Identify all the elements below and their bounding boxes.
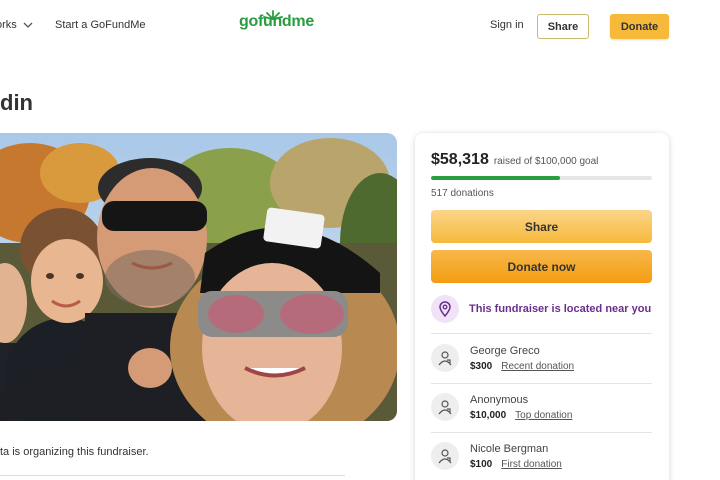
user-avatar-icon [431,393,459,421]
user-avatar-icon [431,344,459,372]
donor-info: Anonymous $10,000 Top donation [470,394,572,421]
raised-goal: raised of $100,000 goal [493,156,599,167]
share-button[interactable]: Share [431,210,652,243]
organizer-text: ta is organizing this fundraiser. [0,446,149,458]
campaign-photo-image [0,133,397,421]
progress-bar [431,176,652,180]
sign-in-link[interactable]: Sign in [490,19,524,31]
donor-detail: $100 First donation [470,459,562,470]
user-avatar-icon [431,442,459,470]
divider [431,333,652,334]
divider [431,383,652,384]
campaign-photo [0,133,397,421]
nav-start-fundraiser[interactable]: Start a GoFundMe [55,19,146,31]
location-notice[interactable]: This fundraiser is located near you [431,293,652,325]
content-divider [0,475,345,476]
divider [431,432,652,433]
donor-amount: $300 [470,360,493,372]
donor-item: Nicole Bergman $100 First donation [431,436,652,476]
donor-tag-link[interactable]: Top donation [515,410,572,421]
donation-count: 517 donations [431,188,494,199]
progress-bar-fill [431,176,560,180]
location-text: This fundraiser is located near you [469,303,652,315]
donor-name: Nicole Bergman [470,442,549,455]
donor-item: Anonymous $10,000 Top donation [431,387,652,427]
donor-amount: $100 [470,458,493,470]
raised-summary: $58,318 raised of $100,000 goal [431,151,598,169]
donation-card: $58,318 raised of $100,000 goal 517 dona… [415,133,669,480]
donor-amount: $10,000 [470,409,507,421]
header-donate-button[interactable]: Donate [610,14,669,39]
page-title: din [0,90,33,115]
donor-tag-link[interactable]: First donation [501,459,562,470]
logo-sun-icon [263,10,283,20]
donor-item: George Greco $300 Recent donation [431,338,652,378]
top-header: orks Start a GoFundMe gofundme Sign in S… [0,0,720,52]
donor-tag-link[interactable]: Recent donation [501,361,574,372]
donor-name: George Greco [470,344,540,357]
donor-info: George Greco $300 Recent donation [470,345,574,372]
header-share-button[interactable]: Share [537,14,589,39]
gofundme-logo[interactable]: gofundme [239,10,314,31]
donor-detail: $300 Recent donation [470,361,574,372]
chevron-down-icon [23,22,33,28]
nav-how-it-works-label: orks [0,19,17,31]
nav-how-it-works[interactable]: orks [0,19,33,31]
donate-now-button[interactable]: Donate now [431,250,652,283]
donor-name: Anonymous [470,393,529,406]
raised-amount: $58,318 [431,151,489,168]
donor-detail: $10,000 Top donation [470,410,572,421]
location-pin-icon [431,295,459,323]
donor-info: Nicole Bergman $100 First donation [470,443,562,470]
